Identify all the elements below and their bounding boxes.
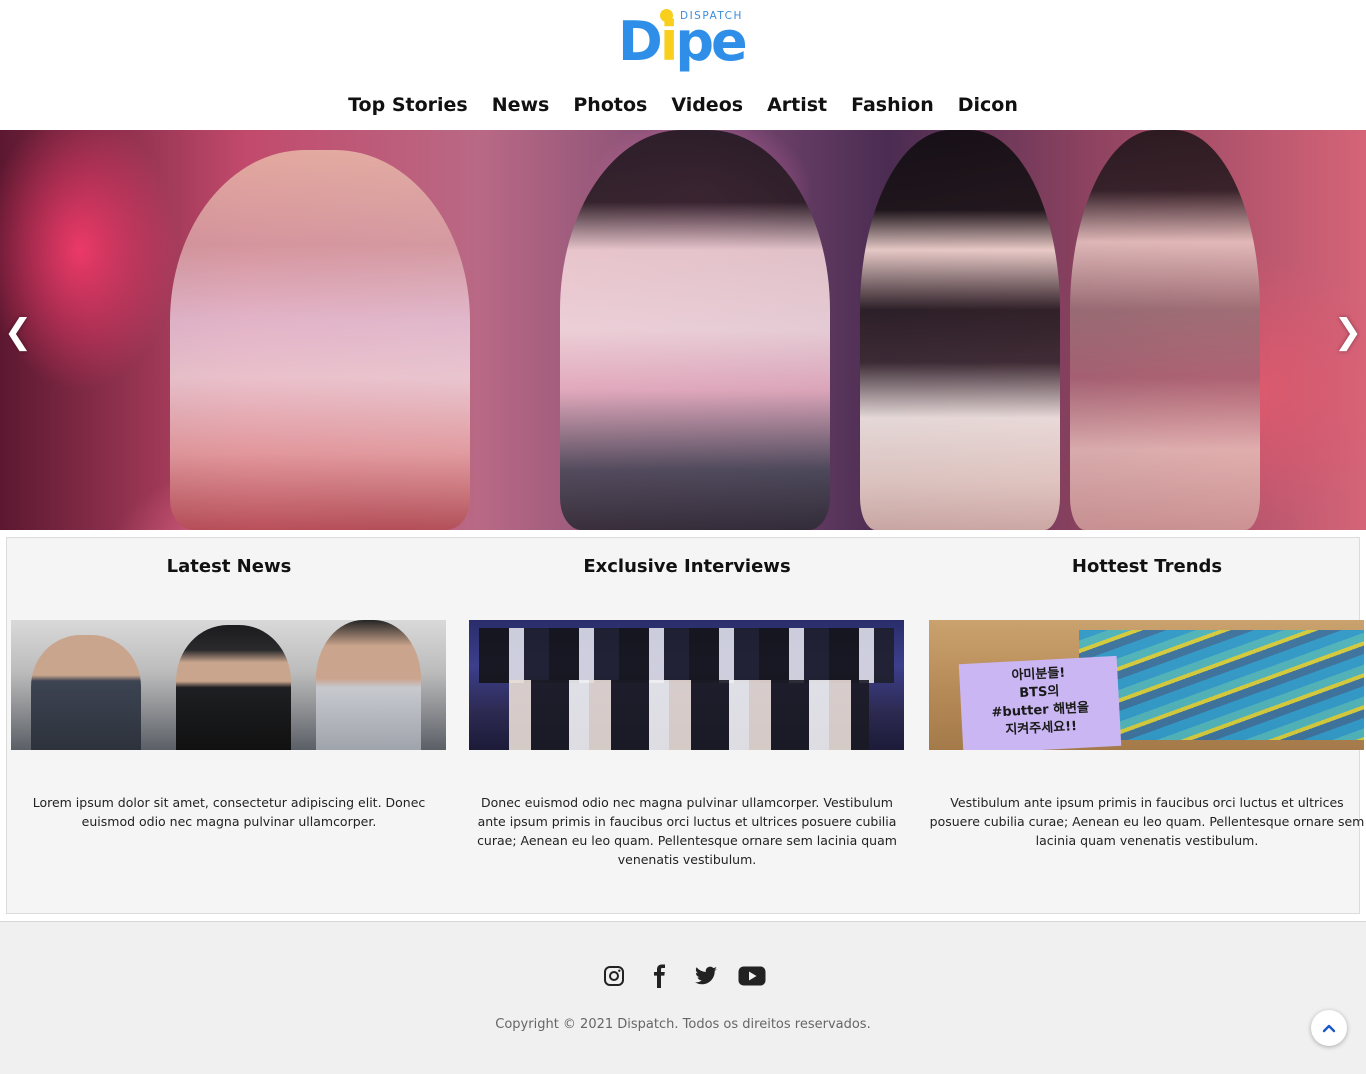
main-nav: Top Stories News Photos Videos Artist Fa… — [0, 90, 1366, 122]
hero-image — [0, 130, 1366, 530]
feature-latest-news: Latest News Lorem ipsum dolor sit amet, … — [11, 538, 447, 913]
news-person-left — [31, 635, 141, 750]
feature-exclusive-interviews: Exclusive Interviews Donec euismod odio … — [469, 538, 905, 913]
hero-figure-2 — [560, 130, 830, 530]
instagram-icon[interactable] — [600, 962, 628, 990]
group-row-back — [479, 628, 894, 683]
feature-image-exclusive-interviews[interactable] — [469, 620, 904, 750]
feature-description: Donec euismod odio nec magna pulvinar ul… — [477, 795, 897, 867]
feature-description: Lorem ipsum dolor sit amet, consectetur … — [32, 795, 426, 829]
logo-dot — [660, 9, 673, 22]
hero-figure-4 — [1070, 130, 1260, 530]
social-links — [0, 962, 1366, 990]
chevron-right-icon: ❯ — [1333, 312, 1363, 352]
facebook-icon[interactable] — [646, 962, 674, 990]
nav-videos[interactable]: Videos — [659, 90, 755, 122]
hero-figure-3 — [860, 130, 1060, 530]
copyright-text: Copyright © 2021 Dispatch. Todos os dire… — [495, 1017, 871, 1032]
site-logo[interactable]: DISPATCH Dipe — [618, 8, 750, 80]
nav-fashion[interactable]: Fashion — [839, 90, 946, 122]
nav-dicon[interactable]: Dicon — [946, 90, 1030, 122]
news-person-center — [176, 625, 291, 750]
beach-chair-stripes — [1079, 630, 1364, 740]
feature-title: Exclusive Interviews — [583, 556, 791, 577]
nav-artist[interactable]: Artist — [755, 90, 839, 122]
twitter-icon[interactable] — [692, 962, 720, 990]
hero-carousel: ❮ ❯ — [0, 130, 1366, 530]
nav-top-stories[interactable]: Top Stories — [336, 90, 480, 122]
trend-sign: 아미분들! BTS의 #butter 해변을 지켜주세요!! — [958, 655, 1122, 750]
feature-title: Hottest Trends — [1071, 556, 1223, 577]
feature-image-hottest-trends[interactable]: 아미분들! BTS의 #butter 해변을 지켜주세요!! — [929, 620, 1364, 750]
feature-description: Vestibulum ante ipsum primis in faucibus… — [929, 795, 1365, 848]
site-header: DISPATCH Dipe Top Stories News Photos Vi… — [0, 0, 1366, 130]
features-section: Latest News Lorem ipsum dolor sit amet, … — [6, 537, 1364, 914]
group-row-front — [509, 680, 869, 750]
nav-photos[interactable]: Photos — [561, 90, 659, 122]
feature-hottest-trends: Hottest Trends 아미분들! BTS의 #butter 해변을 지켜… — [929, 538, 1365, 913]
scroll-to-top-button[interactable] — [1311, 1010, 1347, 1046]
logo-wordmark: Dipe — [618, 10, 748, 73]
feature-title: Latest News — [166, 556, 292, 577]
chevron-up-icon — [1322, 1024, 1336, 1033]
feature-image-latest-news[interactable] — [11, 620, 446, 750]
news-person-right — [316, 620, 421, 750]
carousel-next-button[interactable]: ❯ — [1333, 312, 1363, 352]
chevron-left-icon: ❮ — [3, 312, 33, 352]
hero-figure-1 — [170, 150, 470, 530]
youtube-icon[interactable] — [738, 962, 766, 990]
nav-news[interactable]: News — [480, 90, 562, 122]
carousel-prev-button[interactable]: ❮ — [3, 312, 33, 352]
site-footer: Copyright © 2021 Dispatch. Todos os dire… — [0, 921, 1366, 1074]
